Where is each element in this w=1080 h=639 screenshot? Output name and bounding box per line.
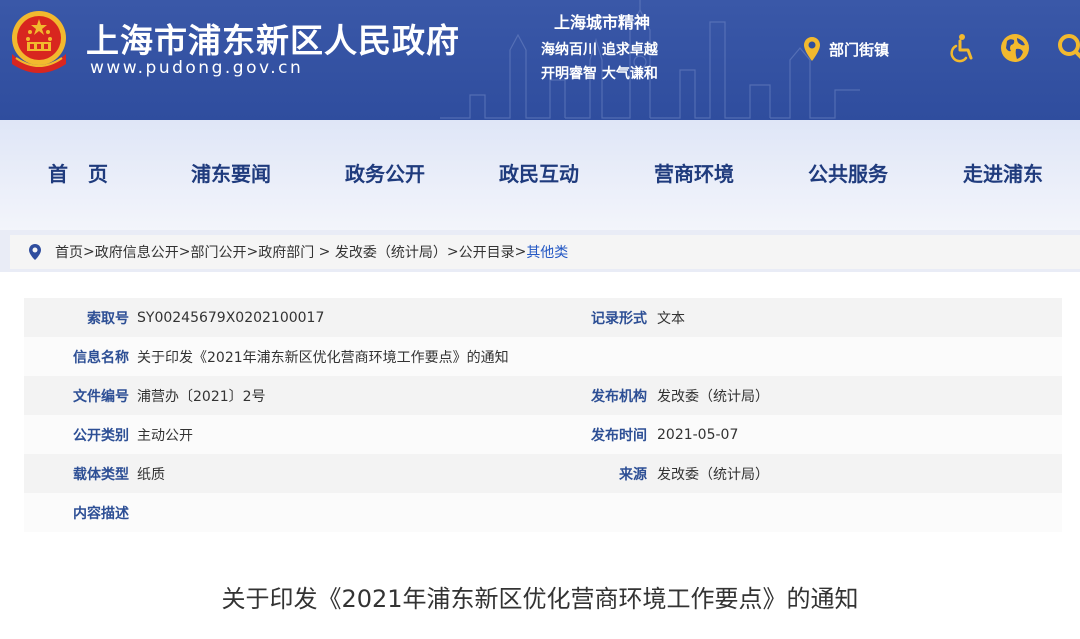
info-row: 载体类型 纸质 来源 发改委（统计局） bbox=[24, 454, 1062, 493]
nav-item-gov-affairs[interactable]: 政务公开 bbox=[345, 158, 425, 187]
document-title: 关于印发《2021年浦东新区优化营商环境工作要点》的通知 bbox=[221, 585, 859, 613]
info-row: 信息名称 关于印发《2021年浦东新区优化营商环境工作要点》的通知 bbox=[24, 337, 1062, 376]
info-label: 载体类型 bbox=[73, 466, 129, 483]
info-row: 内容描述 bbox=[24, 493, 1062, 532]
search-icon[interactable] bbox=[1056, 32, 1080, 64]
breadcrumb-item-catalog[interactable]: 公开目录 bbox=[459, 242, 515, 262]
globe-icon[interactable] bbox=[999, 32, 1031, 64]
nav-item-business-env[interactable]: 营商环境 bbox=[654, 158, 734, 187]
info-row: 索取号 SY00245679X0202100017 记录形式 文本 bbox=[24, 298, 1062, 337]
city-spirit-line: 海纳百川 追求卓越 bbox=[541, 42, 658, 58]
info-value: 纸质 bbox=[137, 466, 165, 483]
info-value: 浦营办〔2021〕2号 bbox=[137, 388, 266, 405]
breadcrumb-item-home[interactable]: 首页 bbox=[55, 242, 83, 262]
info-label: 文件编号 bbox=[73, 388, 129, 405]
info-row: 公开类别 主动公开 发布时间 2021-05-07 bbox=[24, 415, 1062, 454]
breadcrumb-item-dept-disclosure[interactable]: 部门公开 bbox=[190, 242, 246, 262]
dept-street-label: 部门街镇 bbox=[829, 40, 890, 59]
info-label: 索取号 bbox=[87, 310, 129, 327]
city-spirit-line: 开明睿智 大气谦和 bbox=[541, 66, 658, 82]
site-header: 上海市浦东新区人民政府 www.pudong.gov.cn 上海城市精神 海纳百… bbox=[0, 0, 1080, 120]
info-value: 发改委（统计局） bbox=[657, 388, 769, 405]
breadcrumb-item-current[interactable]: 其他类 bbox=[526, 242, 568, 262]
accessibility-icon[interactable] bbox=[946, 32, 978, 64]
nav-item-about-pudong[interactable]: 走进浦东 bbox=[963, 158, 1043, 187]
info-label: 记录形式 bbox=[591, 310, 647, 327]
info-row: 文件编号 浦营办〔2021〕2号 发布机构 发改委（统计局） bbox=[24, 376, 1062, 415]
info-value: 主动公开 bbox=[137, 427, 193, 444]
info-value: 关于印发《2021年浦东新区优化营商环境工作要点》的通知 bbox=[137, 349, 509, 366]
dept-street-link[interactable]: 部门街镇 bbox=[803, 34, 889, 64]
breadcrumb-item-info-disclosure[interactable]: 政府信息公开 bbox=[95, 242, 179, 262]
nav-item-public-service[interactable]: 公共服务 bbox=[808, 158, 888, 187]
info-value: 2021-05-07 bbox=[657, 426, 739, 443]
breadcrumb-item-gov-depts[interactable]: 政府部门 bbox=[258, 242, 318, 262]
info-value: 发改委（统计局） bbox=[657, 466, 769, 483]
location-pin-icon bbox=[804, 37, 820, 61]
info-label: 发布机构 bbox=[591, 388, 647, 405]
nav-item-interaction[interactable]: 政民互动 bbox=[499, 158, 579, 187]
content-area: 索取号 SY00245679X0202100017 记录形式 文本 信息名称 关… bbox=[0, 272, 1080, 639]
site-title[interactable]: 上海市浦东新区人民政府 bbox=[86, 14, 460, 62]
info-label: 信息名称 bbox=[73, 349, 129, 366]
site-url: www.pudong.gov.cn bbox=[90, 58, 304, 78]
info-label: 公开类别 bbox=[73, 427, 129, 444]
breadcrumb: 首页 > 政府信息公开 > 部门公开 > 政府部门 > 发改委（统计局） > 公开目录 >… bbox=[10, 235, 1080, 269]
info-label: 发布时间 bbox=[591, 427, 647, 444]
national-emblem-icon bbox=[12, 11, 66, 73]
main-nav: 首 页 浦东要闻 政务公开 政民互动 营商环境 公共服务 走进浦东 bbox=[0, 120, 1080, 230]
nav-item-pudong-news[interactable]: 浦东要闻 bbox=[191, 158, 271, 187]
info-table: 索取号 SY00245679X0202100017 记录形式 文本 信息名称 关… bbox=[24, 298, 1062, 532]
breadcrumb-item-drc[interactable]: 发改委（统计局） bbox=[330, 242, 447, 262]
info-value: SY00245679X0202100017 bbox=[137, 309, 325, 326]
breadcrumb-links: 首页 > 政府信息公开 > 部门公开 > 政府部门 > 发改委（统计局） > 公开目录 >… bbox=[55, 242, 569, 262]
info-value: 文本 bbox=[657, 310, 685, 327]
nav-item-home[interactable]: 首 页 bbox=[48, 158, 108, 187]
city-spirit-title: 上海城市精神 bbox=[554, 13, 651, 32]
info-label: 来源 bbox=[619, 466, 647, 483]
location-pin-icon bbox=[29, 244, 41, 260]
info-label: 内容描述 bbox=[73, 505, 129, 522]
